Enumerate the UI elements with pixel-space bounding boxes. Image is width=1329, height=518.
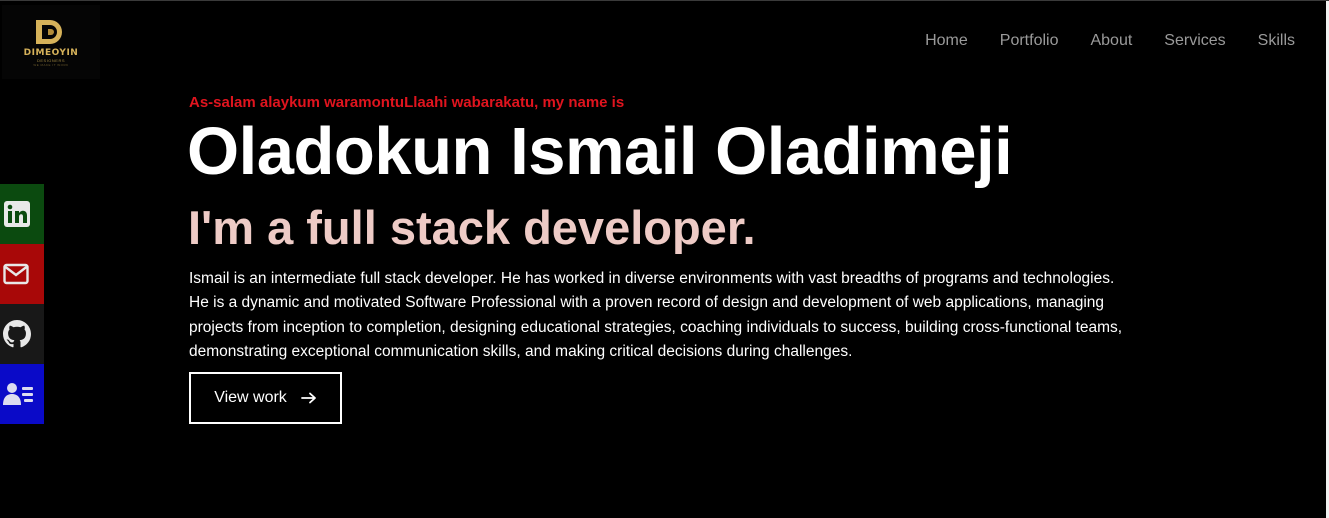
linkedin-icon: [4, 201, 30, 227]
hero-greeting: As-salam alaykum waramontuLlaahi wabarak…: [189, 94, 625, 111]
hero-description: Ismail is an intermediate full stack dev…: [189, 270, 1123, 360]
mail-icon: [3, 263, 29, 285]
resume-icon: [3, 383, 33, 405]
main-nav: Home Portfolio About Services Skills: [925, 31, 1295, 51]
hero-role: I'm a full stack developer.: [188, 201, 756, 254]
logo[interactable]: DIMEOYIN DESIGNERS WE MAKE IT WORK: [2, 5, 100, 79]
view-work-button[interactable]: View work: [189, 372, 342, 424]
social-sidebar: [0, 184, 44, 424]
nav-services[interactable]: Services: [1164, 31, 1225, 51]
social-github[interactable]: [0, 304, 44, 364]
logo-mark-icon: [36, 20, 62, 44]
view-work-label: View work: [214, 389, 287, 406]
page: DIMEOYIN DESIGNERS WE MAKE IT WORK Home …: [0, 0, 1329, 518]
logo-name: DIMEOYIN: [23, 48, 79, 58]
nav-portfolio[interactable]: Portfolio: [1000, 31, 1059, 51]
arrow-right-icon: [300, 392, 316, 404]
nav-home[interactable]: Home: [925, 31, 968, 51]
github-icon: [3, 320, 31, 348]
hero-name: Oladokun Ismail Oladimeji: [187, 114, 1013, 189]
social-linkedin[interactable]: [0, 184, 44, 244]
social-resume[interactable]: [0, 364, 44, 424]
nav-about[interactable]: About: [1090, 31, 1132, 51]
social-email[interactable]: [0, 244, 44, 304]
logo-tagline-secondary: WE MAKE IT WORK: [33, 63, 69, 67]
nav-skills[interactable]: Skills: [1258, 31, 1295, 51]
